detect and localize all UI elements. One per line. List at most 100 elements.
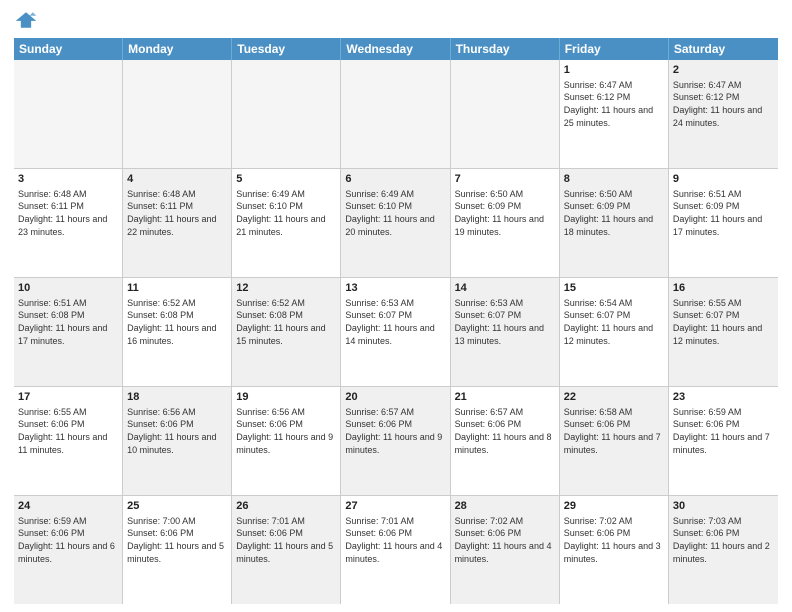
day-number: 7: [455, 172, 555, 187]
cell-details: Sunrise: 6:57 AM Sunset: 6:06 PM Dayligh…: [455, 406, 555, 456]
cal-cell-4-2: 26Sunrise: 7:01 AM Sunset: 6:06 PM Dayli…: [232, 496, 341, 604]
day-number: 30: [673, 499, 774, 514]
cell-details: Sunrise: 6:56 AM Sunset: 6:06 PM Dayligh…: [127, 406, 227, 456]
calendar: SundayMondayTuesdayWednesdayThursdayFrid…: [14, 38, 778, 604]
day-number: 23: [673, 390, 774, 405]
day-number: 14: [455, 281, 555, 296]
cell-details: Sunrise: 6:57 AM Sunset: 6:06 PM Dayligh…: [345, 406, 445, 456]
day-number: 1: [564, 63, 664, 78]
cal-cell-4-1: 25Sunrise: 7:00 AM Sunset: 6:06 PM Dayli…: [123, 496, 232, 604]
cell-details: Sunrise: 6:59 AM Sunset: 6:06 PM Dayligh…: [18, 515, 118, 565]
cell-details: Sunrise: 6:52 AM Sunset: 6:08 PM Dayligh…: [127, 297, 227, 347]
cell-details: Sunrise: 6:50 AM Sunset: 6:09 PM Dayligh…: [564, 188, 664, 238]
page: SundayMondayTuesdayWednesdayThursdayFrid…: [0, 0, 792, 612]
cal-cell-2-4: 14Sunrise: 6:53 AM Sunset: 6:07 PM Dayli…: [451, 278, 560, 386]
day-number: 22: [564, 390, 664, 405]
day-number: 2: [673, 63, 774, 78]
cell-details: Sunrise: 7:03 AM Sunset: 6:06 PM Dayligh…: [673, 515, 774, 565]
cal-cell-3-6: 23Sunrise: 6:59 AM Sunset: 6:06 PM Dayli…: [669, 387, 778, 495]
day-number: 21: [455, 390, 555, 405]
cal-cell-1-2: 5Sunrise: 6:49 AM Sunset: 6:10 PM Daylig…: [232, 169, 341, 277]
cell-details: Sunrise: 6:51 AM Sunset: 6:08 PM Dayligh…: [18, 297, 118, 347]
cell-details: Sunrise: 6:53 AM Sunset: 6:07 PM Dayligh…: [455, 297, 555, 347]
day-number: 17: [18, 390, 118, 405]
calendar-body: 1Sunrise: 6:47 AM Sunset: 6:12 PM Daylig…: [14, 60, 778, 604]
cell-details: Sunrise: 7:01 AM Sunset: 6:06 PM Dayligh…: [345, 515, 445, 565]
cell-details: Sunrise: 6:48 AM Sunset: 6:11 PM Dayligh…: [127, 188, 227, 238]
cell-details: Sunrise: 6:55 AM Sunset: 6:07 PM Dayligh…: [673, 297, 774, 347]
cell-details: Sunrise: 6:50 AM Sunset: 6:09 PM Dayligh…: [455, 188, 555, 238]
cal-cell-0-6: 2Sunrise: 6:47 AM Sunset: 6:12 PM Daylig…: [669, 60, 778, 168]
day-number: 28: [455, 499, 555, 514]
cal-cell-3-1: 18Sunrise: 6:56 AM Sunset: 6:06 PM Dayli…: [123, 387, 232, 495]
cell-details: Sunrise: 6:58 AM Sunset: 6:06 PM Dayligh…: [564, 406, 664, 456]
header-cell-monday: Monday: [123, 38, 232, 60]
cal-cell-3-5: 22Sunrise: 6:58 AM Sunset: 6:06 PM Dayli…: [560, 387, 669, 495]
cell-details: Sunrise: 7:00 AM Sunset: 6:06 PM Dayligh…: [127, 515, 227, 565]
day-number: 13: [345, 281, 445, 296]
cal-cell-0-2: [232, 60, 341, 168]
cal-cell-3-2: 19Sunrise: 6:56 AM Sunset: 6:06 PM Dayli…: [232, 387, 341, 495]
day-number: 25: [127, 499, 227, 514]
header-cell-friday: Friday: [560, 38, 669, 60]
day-number: 18: [127, 390, 227, 405]
cal-cell-1-1: 4Sunrise: 6:48 AM Sunset: 6:11 PM Daylig…: [123, 169, 232, 277]
cell-details: Sunrise: 7:02 AM Sunset: 6:06 PM Dayligh…: [564, 515, 664, 565]
day-number: 24: [18, 499, 118, 514]
cal-cell-0-3: [341, 60, 450, 168]
cell-details: Sunrise: 7:02 AM Sunset: 6:06 PM Dayligh…: [455, 515, 555, 565]
cal-cell-1-3: 6Sunrise: 6:49 AM Sunset: 6:10 PM Daylig…: [341, 169, 450, 277]
cell-details: Sunrise: 6:47 AM Sunset: 6:12 PM Dayligh…: [564, 79, 664, 129]
cal-cell-1-0: 3Sunrise: 6:48 AM Sunset: 6:11 PM Daylig…: [14, 169, 123, 277]
cal-cell-3-0: 17Sunrise: 6:55 AM Sunset: 6:06 PM Dayli…: [14, 387, 123, 495]
cell-details: Sunrise: 6:55 AM Sunset: 6:06 PM Dayligh…: [18, 406, 118, 456]
day-number: 20: [345, 390, 445, 405]
day-number: 15: [564, 281, 664, 296]
cal-row-4: 24Sunrise: 6:59 AM Sunset: 6:06 PM Dayli…: [14, 496, 778, 604]
cal-cell-4-4: 28Sunrise: 7:02 AM Sunset: 6:06 PM Dayli…: [451, 496, 560, 604]
header-cell-tuesday: Tuesday: [232, 38, 341, 60]
cal-cell-2-5: 15Sunrise: 6:54 AM Sunset: 6:07 PM Dayli…: [560, 278, 669, 386]
header-cell-saturday: Saturday: [669, 38, 778, 60]
cal-cell-0-5: 1Sunrise: 6:47 AM Sunset: 6:12 PM Daylig…: [560, 60, 669, 168]
cal-cell-3-3: 20Sunrise: 6:57 AM Sunset: 6:06 PM Dayli…: [341, 387, 450, 495]
day-number: 19: [236, 390, 336, 405]
day-number: 5: [236, 172, 336, 187]
cal-cell-3-4: 21Sunrise: 6:57 AM Sunset: 6:06 PM Dayli…: [451, 387, 560, 495]
cal-cell-2-0: 10Sunrise: 6:51 AM Sunset: 6:08 PM Dayli…: [14, 278, 123, 386]
cal-cell-4-0: 24Sunrise: 6:59 AM Sunset: 6:06 PM Dayli…: [14, 496, 123, 604]
cal-cell-2-3: 13Sunrise: 6:53 AM Sunset: 6:07 PM Dayli…: [341, 278, 450, 386]
cell-details: Sunrise: 6:53 AM Sunset: 6:07 PM Dayligh…: [345, 297, 445, 347]
cal-row-2: 10Sunrise: 6:51 AM Sunset: 6:08 PM Dayli…: [14, 278, 778, 387]
day-number: 29: [564, 499, 664, 514]
cal-cell-4-3: 27Sunrise: 7:01 AM Sunset: 6:06 PM Dayli…: [341, 496, 450, 604]
header-cell-sunday: Sunday: [14, 38, 123, 60]
cal-row-1: 3Sunrise: 6:48 AM Sunset: 6:11 PM Daylig…: [14, 169, 778, 278]
cal-cell-4-6: 30Sunrise: 7:03 AM Sunset: 6:06 PM Dayli…: [669, 496, 778, 604]
cell-details: Sunrise: 6:49 AM Sunset: 6:10 PM Dayligh…: [236, 188, 336, 238]
cell-details: Sunrise: 6:48 AM Sunset: 6:11 PM Dayligh…: [18, 188, 118, 238]
cal-cell-0-4: [451, 60, 560, 168]
cell-details: Sunrise: 7:01 AM Sunset: 6:06 PM Dayligh…: [236, 515, 336, 565]
day-number: 6: [345, 172, 445, 187]
cal-cell-2-2: 12Sunrise: 6:52 AM Sunset: 6:08 PM Dayli…: [232, 278, 341, 386]
day-number: 27: [345, 499, 445, 514]
cell-details: Sunrise: 6:59 AM Sunset: 6:06 PM Dayligh…: [673, 406, 774, 456]
cal-cell-2-6: 16Sunrise: 6:55 AM Sunset: 6:07 PM Dayli…: [669, 278, 778, 386]
day-number: 16: [673, 281, 774, 296]
day-number: 3: [18, 172, 118, 187]
day-number: 12: [236, 281, 336, 296]
cal-cell-4-5: 29Sunrise: 7:02 AM Sunset: 6:06 PM Dayli…: [560, 496, 669, 604]
cell-details: Sunrise: 6:54 AM Sunset: 6:07 PM Dayligh…: [564, 297, 664, 347]
header-cell-thursday: Thursday: [451, 38, 560, 60]
logo: [14, 10, 42, 30]
day-number: 10: [18, 281, 118, 296]
day-number: 8: [564, 172, 664, 187]
cal-cell-0-0: [14, 60, 123, 168]
cal-row-3: 17Sunrise: 6:55 AM Sunset: 6:06 PM Dayli…: [14, 387, 778, 496]
cell-details: Sunrise: 6:56 AM Sunset: 6:06 PM Dayligh…: [236, 406, 336, 456]
cal-cell-0-1: [123, 60, 232, 168]
cal-cell-1-4: 7Sunrise: 6:50 AM Sunset: 6:09 PM Daylig…: [451, 169, 560, 277]
cell-details: Sunrise: 6:47 AM Sunset: 6:12 PM Dayligh…: [673, 79, 774, 129]
top-header: [14, 10, 778, 30]
